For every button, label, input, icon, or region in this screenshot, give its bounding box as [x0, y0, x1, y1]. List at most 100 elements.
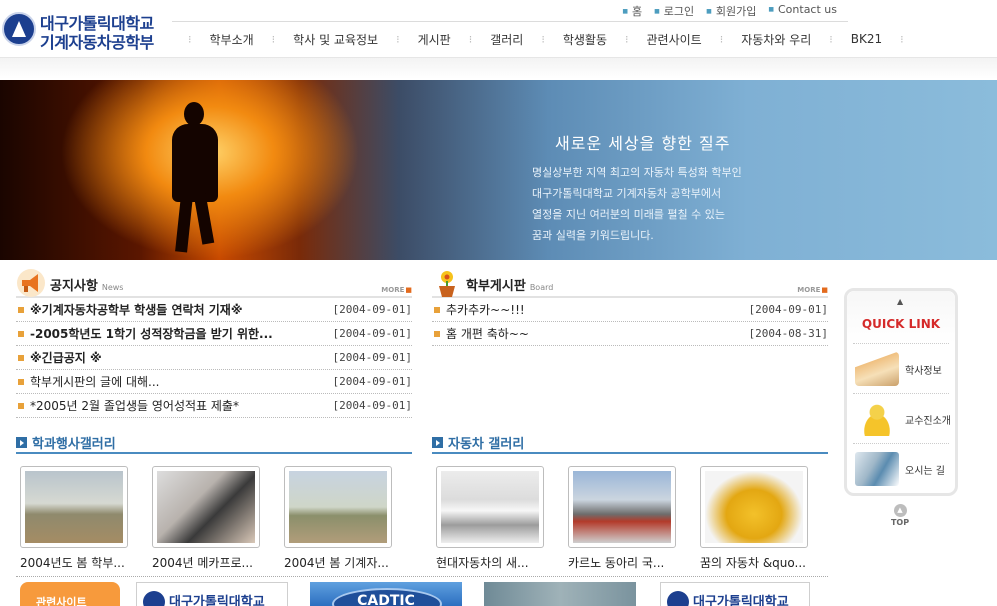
nav-separator: ⁝ [468, 32, 473, 46]
hero-banner: 새로운 세상을 향한 질주 명실상부한 지역 최고의 자동차 특성화 학부인 대… [0, 80, 997, 260]
quick-link-label[interactable]: 오시는 길 [905, 462, 945, 477]
notice-item-date: [2004-09-01] [332, 375, 412, 388]
gallery-caption[interactable]: 현대자동차의 새... [436, 554, 548, 571]
contact-link[interactable]: Contact us [768, 3, 837, 19]
thumbnail-frame [20, 466, 128, 548]
university-banner-text: 대구가톨릭대학교 [693, 595, 789, 606]
cadtic-banner[interactable]: CADTIC [310, 582, 462, 606]
board-item-title[interactable]: 홈 개편 축하~~ [446, 325, 743, 342]
board-more-link[interactable]: MORE [797, 286, 828, 294]
gallery-item[interactable]: 2004년도 봄 학부... [20, 466, 128, 571]
related-sites-tab[interactable]: 관련사이트 [20, 582, 120, 606]
notice-item-title[interactable]: -2005학년도 1학기 성적장학금을 받기 위한... [30, 325, 327, 342]
quick-link-faculty[interactable]: 교수진소개 [853, 393, 951, 443]
notice-item-title[interactable]: 학부게시판의 글에 대해... [30, 373, 327, 390]
notice-row[interactable]: ※기계자동차공학부 학생들 연락처 기재※ [2004-09-01] [16, 298, 412, 322]
board-row[interactable]: 추카추카~~!!! [2004-09-01] [432, 298, 828, 322]
board-item-title[interactable]: 추카추카~~!!! [446, 301, 743, 318]
nav-item-cars-and-us[interactable]: 자동차와 우리 [741, 31, 811, 48]
board-item-date: [2004-09-01] [748, 303, 828, 316]
thumbnail-frame [284, 466, 392, 548]
quick-link-label[interactable]: 학사정보 [905, 362, 942, 377]
car-gallery-header[interactable]: 자동차 갤러리 [432, 432, 828, 454]
bullet-icon [18, 330, 24, 337]
notice-item-date: [2004-09-01] [332, 303, 412, 316]
arrow-box-icon [16, 437, 27, 448]
notice-row[interactable]: ※긴급공지 ※ [2004-09-01] [16, 346, 412, 370]
notice-item-date: [2004-09-01] [332, 351, 412, 364]
signup-link[interactable]: 회원가입 [706, 3, 756, 19]
quick-link-directions[interactable]: 오시는 길 [853, 443, 949, 493]
home-link[interactable]: 홈 [622, 3, 642, 19]
university-banner-text: 대구가톨릭대학교 [169, 595, 265, 606]
bullet-icon [434, 330, 440, 337]
nav-item-gallery[interactable]: 갤러리 [490, 31, 523, 48]
nav-separator: ⁝ [625, 32, 629, 46]
thumbnail-frame [568, 466, 676, 548]
department-board: 학부게시판Board MORE 추카추카~~!!! [2004-09-01] 홈… [432, 264, 828, 346]
bullet-icon [18, 402, 24, 409]
notice-more-link[interactable]: MORE [381, 286, 412, 294]
gallery-item[interactable]: 꿈의 자동차 &quo... [700, 466, 808, 571]
gallery-caption[interactable]: 2004년 메카프로... [152, 554, 264, 571]
notice-item-title[interactable]: ※기계자동차공학부 학생들 연락처 기재※ [30, 301, 327, 318]
notice-item-date: [2004-09-01] [332, 399, 412, 412]
bullet-icon [18, 354, 24, 361]
university-banner[interactable]: 대구가톨릭대학교 [136, 582, 288, 606]
university-emblem-icon [143, 591, 165, 606]
hero-description: 명실상부한 지역 최고의 자동차 특성화 학부인 대구가톨릭대학교 기계자동차 … [532, 162, 742, 246]
book-icon [855, 352, 899, 386]
photo-banner[interactable] [484, 582, 636, 606]
sports-car-photo [705, 471, 803, 543]
group-event-photo [289, 471, 387, 543]
dept-gallery-title: 학과행사갤러리 [32, 437, 116, 452]
scroll-up-icon[interactable]: ▲ [897, 297, 903, 306]
notice-row[interactable]: *2005년 2월 졸업생들 영어성적표 제출* [2004-09-01] [16, 394, 412, 418]
gallery-item[interactable]: 카르노 동아리 국... [568, 466, 676, 571]
notice-item-title[interactable]: *2005년 2월 졸업생들 영어성적표 제출* [30, 397, 327, 414]
department-event-gallery: 학과행사갤러리 2004년도 봄 학부... 2004년 메카프로... 200… [16, 432, 412, 576]
gallery-caption[interactable]: 2004년 봄 기계자... [284, 554, 396, 571]
notice-item-title[interactable]: ※긴급공지 ※ [30, 349, 327, 366]
nav-separator: ⁝ [900, 32, 904, 46]
campus-event-photo [25, 471, 123, 543]
gallery-item[interactable]: 현대자동차의 새... [436, 466, 544, 571]
notice-row[interactable]: -2005학년도 1학기 성적장학금을 받기 위한... [2004-09-01… [16, 322, 412, 346]
nav-item-student-activities[interactable]: 학생활동 [563, 31, 607, 48]
university-banner-secondary[interactable]: 대구가톨릭대학교 [660, 582, 810, 606]
gallery-caption[interactable]: 2004년도 봄 학부... [20, 554, 132, 571]
nav-separator: ⁝ [188, 32, 192, 46]
thumbnail-frame [436, 466, 544, 548]
login-link[interactable]: 로그인 [654, 3, 694, 19]
gallery-caption[interactable]: 꿈의 자동차 &quo... [700, 554, 812, 571]
quick-link-label[interactable]: 교수진소개 [905, 412, 951, 427]
bullet-icon [18, 378, 24, 385]
notice-row[interactable]: 학부게시판의 글에 대해... [2004-09-01] [16, 370, 412, 394]
nav-item-academics[interactable]: 학사 및 교육정보 [293, 31, 378, 48]
hero-line: 명실상부한 지역 최고의 자동차 특성화 학부인 [532, 166, 742, 179]
sedan-car-photo [441, 471, 539, 543]
car-gallery-title: 자동차 갤러리 [448, 437, 525, 452]
gallery-caption[interactable]: 카르노 동아리 국... [568, 554, 680, 571]
gallery-item[interactable]: 2004년 봄 기계자... [284, 466, 392, 571]
formula-car-photo [573, 471, 671, 543]
nav-separator: ⁝ [719, 32, 724, 46]
notice-title: 공지사항 News [50, 275, 123, 294]
board-row[interactable]: 홈 개편 축하~~ [2004-08-31] [432, 322, 828, 346]
nav-separator: ⁝ [541, 32, 545, 46]
cadtic-banner-text: CADTIC [357, 593, 415, 606]
top-button[interactable]: ▲ TOP [890, 504, 910, 527]
university-logo[interactable]: 대구가톨릭대학교 기계자동차공학부 [2, 10, 167, 52]
flower-pot-icon [439, 271, 455, 297]
gallery-divider [16, 576, 828, 577]
megaphone-icon [17, 269, 45, 297]
nav-item-bk21[interactable]: BK21 [851, 32, 882, 46]
quick-link-academic-info[interactable]: 학사정보 [853, 343, 949, 393]
dept-gallery-header[interactable]: 학과행사갤러리 [16, 432, 412, 454]
nav-item-about[interactable]: 학부소개 [210, 31, 254, 48]
nav-item-related-sites[interactable]: 관련사이트 [647, 31, 702, 48]
gallery-item[interactable]: 2004년 메카프로... [152, 466, 260, 571]
nav-item-board[interactable]: 게시판 [418, 31, 451, 48]
car-gallery: 자동차 갤러리 현대자동차의 새... 카르노 동아리 국... 꿈의 자동차 … [432, 432, 828, 576]
hero-title: 새로운 세상을 향한 질주 [555, 134, 731, 153]
